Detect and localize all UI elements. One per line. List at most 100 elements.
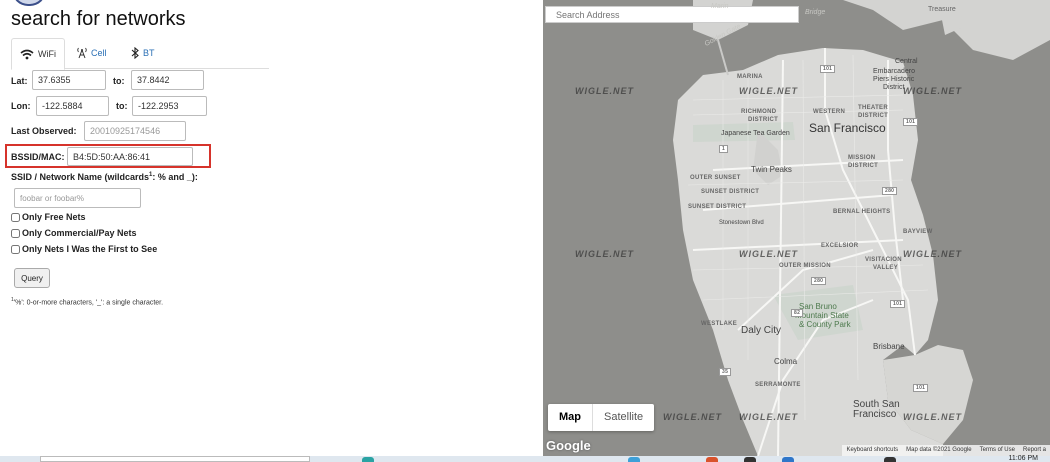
taskbar-app-icon[interactable] xyxy=(884,457,896,462)
bssid-label: BSSID/MAC: xyxy=(11,152,65,162)
map-label-theater-2: DISTRICT xyxy=(858,113,889,119)
map-label-visitacion-2: VALLEY xyxy=(873,265,899,271)
only-commercial-nets-option[interactable]: Only Commercial/Pay Nets xyxy=(11,228,137,238)
taskbar-app-icon[interactable] xyxy=(628,457,640,462)
cell-tower-icon xyxy=(77,47,87,59)
map-label-piers-1: Embarcadero xyxy=(873,68,916,75)
watermark-9: WIGLE.NET xyxy=(903,412,962,422)
tab-bt-label: BT xyxy=(143,48,155,58)
map-label-mission-1: MISSION xyxy=(848,155,876,161)
tab-cell[interactable]: Cell xyxy=(77,38,107,68)
map-label-richmond-2: DISTRICT xyxy=(748,117,779,123)
route-shield-101-sfo: 101 xyxy=(913,384,929,392)
ssid-input[interactable] xyxy=(14,188,141,208)
map-label-outer-sunset: OUTER SUNSET xyxy=(690,175,741,181)
footnote-text: '%': 0-or-more characters, '_': a single… xyxy=(13,299,164,307)
only-first-seen-checkbox[interactable] xyxy=(11,244,20,254)
map-label-japanese-tea-garden: Japanese Tea Garden xyxy=(721,130,790,137)
only-free-nets-label: Only Free Nets xyxy=(22,212,86,222)
map-data-notice: Map data ©2021 Google xyxy=(906,447,972,453)
watermark-5: WIGLE.NET xyxy=(739,249,798,259)
only-free-nets-option[interactable]: Only Free Nets xyxy=(11,212,86,222)
page-title: search for networks xyxy=(11,8,186,30)
watermark-1: WIGLE.NET xyxy=(575,86,634,96)
lon-to-input[interactable] xyxy=(132,96,207,116)
route-shield-1: 1 xyxy=(719,145,729,153)
route-shield-101-central: 101 xyxy=(903,118,919,126)
map-label-serramonte: SERRAMONTE xyxy=(755,382,801,388)
network-type-tabs: WiFi Cell BT xyxy=(11,38,269,70)
map-label-richmond-1: RICHMOND xyxy=(741,109,777,115)
map-label-twin-peaks: Twin Peaks xyxy=(751,165,792,174)
wigle-logo xyxy=(12,0,46,6)
map-label-treasure: Treasure xyxy=(928,6,956,13)
only-free-nets-checkbox[interactable] xyxy=(11,212,20,222)
watermark-8: WIGLE.NET xyxy=(739,412,798,422)
map-label-bridge: Bridge xyxy=(805,9,826,16)
keyboard-shortcuts-link[interactable]: Keyboard shortcuts xyxy=(846,445,898,456)
taskbar-clock: 11:06 PM xyxy=(1008,455,1038,462)
route-shield-280-east: 280 xyxy=(882,187,898,195)
lon-label: Lon: xyxy=(11,101,31,111)
map-label-excelsior: EXCELSIOR xyxy=(821,243,859,249)
map-type-satellite-button[interactable]: Satellite xyxy=(593,404,654,431)
map-label-bayview: BAYVIEW xyxy=(903,229,933,235)
map-label-san-francisco: San Francisco xyxy=(809,121,886,135)
map-type-map-button[interactable]: Map xyxy=(548,404,593,431)
taskbar-app-icon[interactable] xyxy=(362,457,374,462)
taskbar-search-box[interactable] xyxy=(40,456,310,462)
watermark-4: WIGLE.NET xyxy=(575,249,634,259)
map-label-outer-mission: OUTER MISSION xyxy=(779,263,831,269)
only-commercial-nets-checkbox[interactable] xyxy=(11,228,20,238)
map-label-piers-2: Piers Historic xyxy=(873,76,915,83)
network-map[interactable]: Marin Bridge Golden Gate Treasure Centra… xyxy=(543,0,1050,456)
only-commercial-nets-label: Only Commercial/Pay Nets xyxy=(22,228,137,238)
map-label-san-bruno-3: & County Park xyxy=(799,320,851,329)
tab-wifi[interactable]: WiFi xyxy=(11,38,65,70)
bluetooth-icon xyxy=(131,47,139,59)
map-label-marina: MARINA xyxy=(737,74,763,80)
last-observed-input[interactable] xyxy=(84,121,186,141)
route-shield-82: 82 xyxy=(791,309,804,317)
google-logo: Google xyxy=(546,438,591,453)
lat-to-input[interactable] xyxy=(131,70,204,90)
taskbar-app-icon[interactable] xyxy=(706,457,718,462)
taskbar-app-icon[interactable] xyxy=(782,457,794,462)
wifi-icon xyxy=(20,49,34,59)
bssid-input[interactable] xyxy=(67,147,193,166)
route-shield-35: 35 xyxy=(719,368,732,376)
taskbar-app-icon[interactable] xyxy=(744,457,756,462)
map-label-sunset-district-1: SUNSET DISTRICT xyxy=(701,189,760,195)
map-label-central: Central xyxy=(895,58,918,65)
lon-from-input[interactable] xyxy=(36,96,109,116)
map-label-western: WESTERN xyxy=(813,109,846,115)
map-label-marin: Marin xyxy=(711,3,729,10)
map-label-south-sf-2: Francisco xyxy=(853,409,897,420)
map-label-theater-1: THEATER xyxy=(858,105,888,111)
route-shield-280-south: 280 xyxy=(811,277,827,285)
tab-cell-label: Cell xyxy=(91,48,107,58)
ssid-label-text: SSID / Network Name (wildcards xyxy=(11,172,150,182)
map-label-bernal-heights: BERNAL HEIGHTS xyxy=(833,209,891,215)
lat-from-input[interactable] xyxy=(32,70,106,90)
map-label-westlake: WESTLAKE xyxy=(701,321,738,327)
search-address-input[interactable] xyxy=(545,6,799,23)
watermark-7: WIGLE.NET xyxy=(663,412,722,422)
only-first-seen-label: Only Nets I Was the First to See xyxy=(22,244,158,254)
lat-to-label: to: xyxy=(113,76,125,86)
tab-wifi-label: WiFi xyxy=(38,49,56,59)
query-button[interactable]: Query xyxy=(14,268,50,288)
map-label-mission-2: DISTRICT xyxy=(848,163,879,169)
lat-label: Lat: xyxy=(11,76,28,86)
wildcard-footnote: 1'%': 0-or-more characters, '_': a singl… xyxy=(11,297,163,306)
map-label-piers-3: District xyxy=(883,84,905,91)
lon-to-label: to: xyxy=(116,101,128,111)
tab-bt[interactable]: BT xyxy=(131,38,155,68)
map-label-san-bruno-1: San Bruno xyxy=(799,302,837,311)
only-first-seen-option[interactable]: Only Nets I Was the First to See xyxy=(11,244,157,254)
route-shield-101-north: 101 xyxy=(820,65,836,73)
route-shield-101-south: 101 xyxy=(890,300,906,308)
watermark-3: WIGLE.NET xyxy=(903,86,962,96)
os-taskbar: 11:06 PM xyxy=(0,455,1050,462)
map-label-daly-city: Daly City xyxy=(741,325,782,336)
